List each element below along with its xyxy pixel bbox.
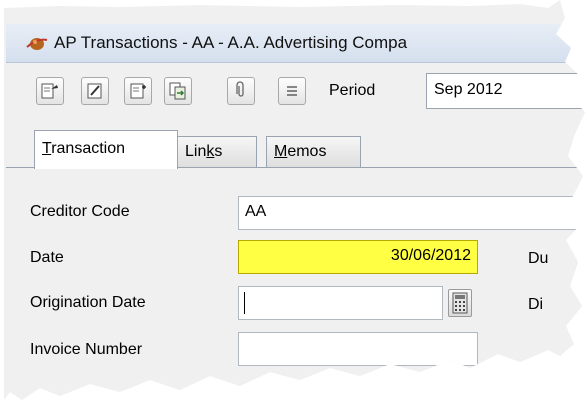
calendar-button[interactable] bbox=[448, 289, 472, 317]
transaction-panel: Creditor Code AA Date 30/06/2012 Du Orig… bbox=[6, 168, 585, 400]
invoice-number-label: Invoice Number bbox=[30, 341, 143, 358]
new-button[interactable] bbox=[124, 77, 152, 105]
origination-date-label: Origination Date bbox=[30, 294, 146, 311]
text-cursor bbox=[244, 292, 245, 314]
attachment-button[interactable] bbox=[227, 77, 255, 105]
tab-memos-label: Memos bbox=[274, 143, 327, 160]
period-label: Period bbox=[329, 82, 376, 99]
date-field[interactable]: 30/06/2012 bbox=[238, 240, 478, 274]
list-button[interactable] bbox=[278, 77, 306, 105]
invoice-number-field[interactable] bbox=[238, 332, 478, 366]
tab-transaction-label: Transaction bbox=[42, 140, 126, 157]
window-title: AP Transactions - AA - A.A. Advertising … bbox=[54, 33, 408, 52]
tab-transaction[interactable]: Transaction bbox=[34, 130, 178, 169]
date-label: Date bbox=[30, 249, 64, 266]
edit-button[interactable] bbox=[81, 77, 109, 105]
di-label: Di bbox=[528, 296, 544, 313]
creditor-code-label: Creditor Code bbox=[30, 203, 130, 220]
edit-icon bbox=[87, 83, 102, 99]
creditor-code-field[interactable]: AA bbox=[238, 196, 585, 230]
toolbar: Period Sep 2012 bbox=[6, 64, 585, 122]
tab-strip: Transaction Links Memos bbox=[6, 128, 585, 169]
tab-memos[interactable]: Memos bbox=[266, 136, 361, 167]
lookup-button[interactable] bbox=[36, 77, 64, 105]
period-value: Sep 2012 bbox=[434, 81, 503, 98]
screenshot-frame: AP Transactions - AA - A.A. Advertising … bbox=[4, 0, 585, 400]
origination-date-field[interactable] bbox=[238, 286, 443, 320]
period-select[interactable]: Sep 2012 bbox=[426, 73, 585, 109]
tab-links[interactable]: Links bbox=[177, 136, 257, 167]
app-icon bbox=[26, 34, 48, 52]
lookup-icon bbox=[41, 83, 58, 99]
attachment-icon bbox=[236, 81, 244, 97]
title-bar: AP Transactions - AA - A.A. Advertising … bbox=[6, 24, 585, 63]
copy-button[interactable] bbox=[164, 77, 192, 105]
new-icon bbox=[130, 83, 146, 99]
due-date-label: Du bbox=[528, 250, 549, 267]
tab-links-label: Links bbox=[185, 143, 223, 160]
list-icon bbox=[287, 86, 297, 96]
copy-icon bbox=[169, 82, 186, 100]
calculator-icon bbox=[452, 292, 468, 314]
